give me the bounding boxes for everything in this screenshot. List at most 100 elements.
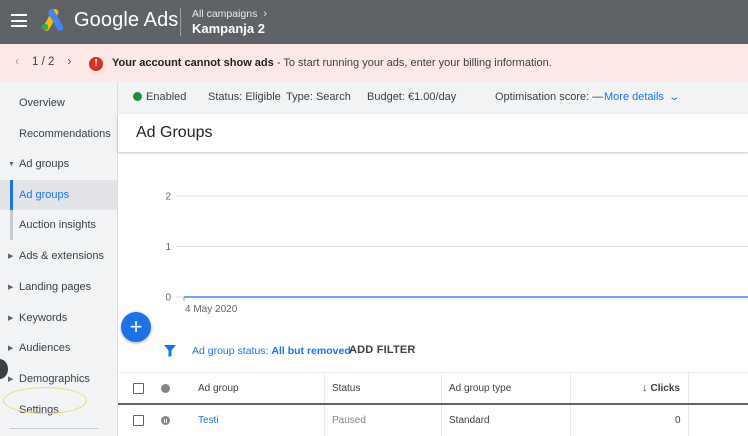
type-value: Search (315, 91, 351, 103)
chart-canvas: 0 1 2 4 May 2020 (165, 192, 748, 315)
row-status-cell (161, 405, 170, 436)
performance-chart: 0 1 2 4 May 2020 (118, 152, 748, 332)
ad-groups-table: Ad group Status Ad group type ↓ Clicks Te… (118, 372, 748, 436)
menu-icon[interactable] (11, 14, 27, 27)
triangle-right-icon: ▶ (8, 284, 14, 291)
type-field: Type: Search (286, 91, 351, 103)
triangle-right-icon: ▶ (8, 345, 14, 352)
add-filter-button[interactable]: ADD FILTER (349, 344, 416, 356)
chevron-right-icon: › (263, 8, 268, 20)
alert-pager: ‹ 1 / 2 › (10, 56, 76, 68)
select-all-checkbox[interactable] (133, 382, 144, 394)
error-icon: ! (89, 57, 103, 71)
more-details-button[interactable]: More details ⌄ (604, 91, 680, 103)
column-header-clicks-label: Clicks (650, 382, 680, 394)
sidebar-item-keywords[interactable]: ▶ Keywords (0, 303, 117, 333)
top-bar: Google Ads All campaigns › Kampanja 2 (0, 0, 748, 44)
sidebar-item-landing-pages[interactable]: ▶ Landing pages (0, 272, 117, 302)
filter-bar: Ad group status: All but removed ADD FIL… (118, 336, 748, 366)
type-label: Type: (286, 91, 313, 103)
column-header-ad-group-type[interactable]: Ad group type (449, 373, 511, 403)
divider (324, 405, 325, 436)
breadcrumb-parent[interactable]: All campaigns (192, 8, 257, 20)
divider (10, 428, 98, 429)
sidebar-item-ad-groups-section[interactable]: ▼ Ad groups (0, 149, 117, 179)
arrow-down-icon: ↓ (642, 382, 648, 394)
budget-label: Budget: (367, 91, 405, 103)
sidebar-item-label: Demographics (19, 373, 90, 385)
sidebar-item-ads-extensions[interactable]: ▶ Ads & extensions (0, 241, 117, 271)
row-status[interactable]: Paused (332, 405, 366, 436)
filter-chip-label: Ad group status: (192, 345, 269, 357)
sidebar-item-audiences[interactable]: ▶ Audiences (0, 333, 117, 363)
budget-field[interactable]: Budget: €1.00/day (367, 91, 456, 103)
highlight-ring (3, 387, 87, 414)
sidebar-item-label: Recommendations (19, 128, 111, 140)
status-label: Status: (208, 91, 243, 103)
page-title: Ad Groups (136, 124, 213, 141)
sidebar-item-label: Overview (19, 97, 65, 109)
sidebar-item-label: Audiences (19, 342, 71, 354)
sidebar: Overview Recommendations ▼ Ad groups Ad g… (0, 82, 118, 436)
product-name: Google Ads (74, 9, 179, 31)
row-checkbox[interactable] (133, 415, 144, 426)
optimisation-field: Optimisation score: — (495, 91, 603, 103)
pager-text: 1 / 2 (32, 56, 55, 68)
filter-icon[interactable] (164, 345, 176, 357)
divider (180, 8, 181, 36)
filter-chip-status[interactable]: Ad group status: All but removed (192, 345, 351, 357)
sidebar-item-overview[interactable]: Overview (0, 88, 117, 118)
breadcrumb[interactable]: All campaigns › Kampanja 2 (192, 8, 267, 36)
sidebar-item-auction-insights[interactable]: Auction insights (0, 210, 117, 240)
triangle-right-icon: ▶ (8, 315, 14, 322)
row-ad-group-type: Standard (449, 415, 490, 426)
column-header-ad-group[interactable]: Ad group (198, 373, 239, 403)
sidebar-item-label: Ad groups (19, 189, 70, 201)
sidebar-item-ad-groups[interactable]: Ad groups (0, 180, 117, 210)
chevron-left-icon[interactable]: ‹ (10, 56, 24, 68)
optimisation-label: Optimisation score: (495, 91, 590, 103)
status-dot-icon (161, 383, 170, 393)
column-header-clicks[interactable]: ↓ Clicks (642, 373, 680, 403)
triangle-down-icon: ▼ (8, 160, 15, 168)
y-tick-label: 0 (165, 293, 171, 304)
divider (324, 373, 325, 403)
alert-message: Your account cannot show ads - To start … (112, 57, 552, 69)
alert-title: Your account cannot show ads (112, 57, 274, 69)
x-tick-label: 4 May 2020 (185, 304, 238, 315)
divider (441, 373, 442, 403)
table-row: Testi Paused Standard 0 (118, 405, 748, 436)
status-value: Eligible (245, 91, 281, 103)
budget-value: €1.00/day (407, 91, 457, 103)
sidebar-item-recommendations[interactable]: Recommendations (0, 119, 117, 149)
google-ads-logo[interactable] (40, 9, 66, 31)
y-tick-label: 1 (165, 242, 171, 253)
alert-body: - To start running your ads, enter your … (273, 57, 552, 69)
divider (441, 405, 442, 436)
sidebar-item-label: Keywords (19, 312, 68, 324)
table-header: Ad group Status Ad group type ↓ Clicks (118, 372, 748, 405)
chevron-right-icon[interactable]: › (62, 56, 76, 68)
enabled-status[interactable]: Enabled (133, 91, 186, 103)
column-header-status[interactable]: Status (332, 373, 360, 403)
row-select-cell (133, 405, 144, 436)
chevron-down-icon: ⌄ (668, 92, 680, 103)
triangle-right-icon: ▶ (8, 376, 14, 383)
filter-chip-value: All but removed (271, 345, 351, 357)
divider (688, 405, 689, 436)
sidebar-item-label: Landing pages (19, 281, 92, 293)
page-header: Ad Groups (118, 114, 748, 152)
divider (570, 373, 571, 403)
paused-icon[interactable] (161, 416, 170, 425)
sidebar-item-label: Ads & extensions (19, 250, 104, 262)
ad-group-link[interactable]: Testi (198, 405, 219, 436)
status-field: Status: Eligible (208, 91, 281, 103)
breadcrumb-current[interactable]: Kampanja 2 (192, 21, 267, 36)
more-details-label: More details (604, 91, 664, 103)
row-clicks: 0 (675, 415, 681, 426)
status-dot-icon (133, 92, 142, 101)
y-tick-label: 2 (165, 192, 171, 203)
divider (688, 373, 689, 403)
status-column-header (161, 373, 170, 403)
enabled-label: Enabled (146, 91, 187, 103)
